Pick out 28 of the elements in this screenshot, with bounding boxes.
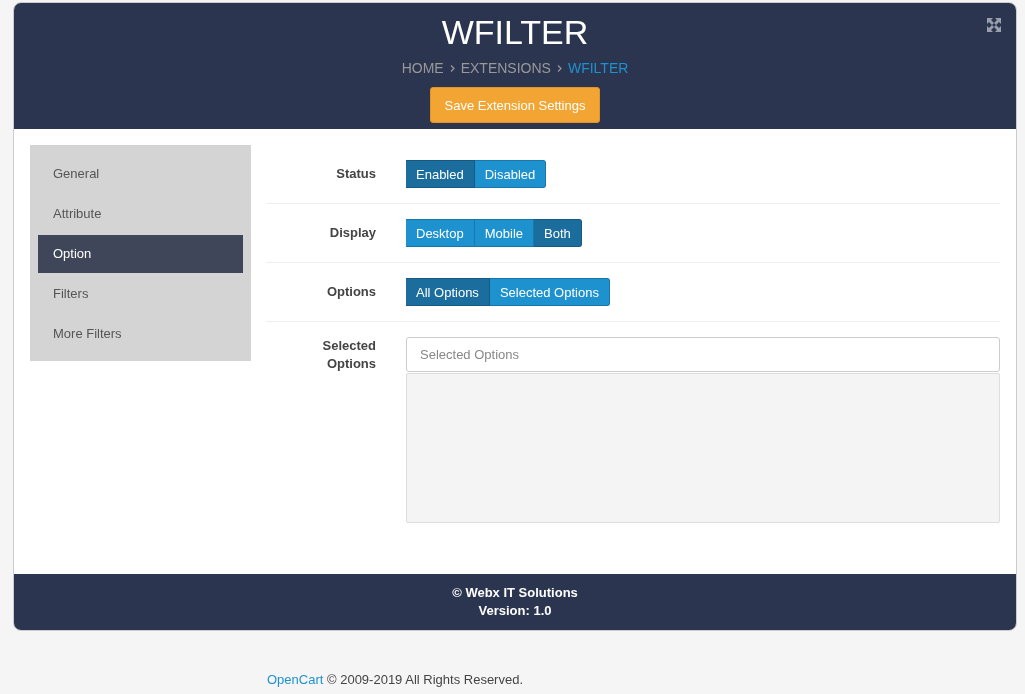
toggle-option[interactable]: Both <box>534 219 582 247</box>
search-field[interactable]: Selected Options <box>406 337 1000 372</box>
sidebar-item[interactable]: General <box>38 155 243 193</box>
field-label: Status <box>336 165 376 183</box>
page-title: WFILTER <box>441 12 589 53</box>
sidebar-item[interactable]: Attribute <box>38 195 243 233</box>
copyright-text: OpenCart © 2009-2019 All Rights Reserved. <box>267 672 524 688</box>
toggle-option[interactable]: Enabled <box>406 160 475 188</box>
field-label: Options <box>326 283 376 301</box>
toggle-option[interactable]: Desktop <box>406 219 475 247</box>
field-label: Display <box>329 224 376 242</box>
toggle-option[interactable]: Selected Options <box>489 278 610 306</box>
breadcrumb-link[interactable]: HOME <box>401 59 444 77</box>
chevron-icon <box>556 64 562 72</box>
sidebar-item[interactable]: More Filters <box>38 315 243 353</box>
breadcrumb-link[interactable]: WFILTER <box>567 59 629 77</box>
field-label: Selected Options <box>321 337 376 373</box>
opencart-link[interactable]: OpenCart <box>267 672 324 687</box>
toggle-option[interactable]: Mobile <box>474 219 534 247</box>
expand-icon[interactable] <box>986 17 1002 33</box>
sidebar-item[interactable]: Filters <box>38 275 243 313</box>
toggle-option[interactable]: Disabled <box>474 160 547 188</box>
chevron-icon <box>449 64 455 72</box>
toggle-option[interactable]: All Options <box>406 278 490 306</box>
copyright-text: © Webx IT Solutions <box>452 584 578 602</box>
version-text: Version: 1.0 <box>478 602 552 620</box>
breadcrumb-link[interactable]: EXTENSIONS <box>460 59 551 77</box>
sidebar-item[interactable]: Option <box>38 235 243 273</box>
